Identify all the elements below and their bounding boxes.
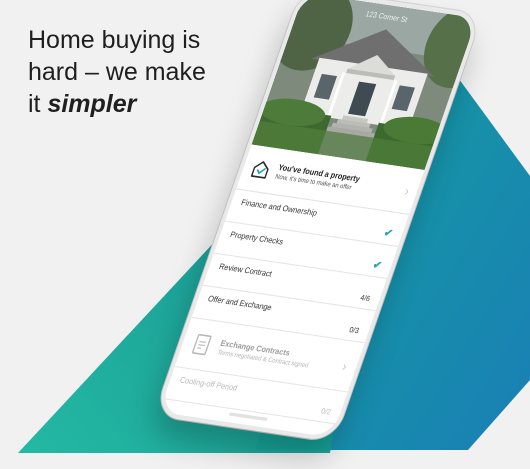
headline-prefix: it	[28, 90, 48, 118]
checkmark-icon: ✔	[371, 259, 384, 273]
headline-line-2: hard – we make	[28, 58, 206, 86]
headline-line-1: Home buying is	[28, 26, 201, 54]
step-label: Finance and Ownership	[239, 197, 319, 218]
step-count: 4/6	[359, 294, 371, 304]
headline-emphasis: simpler	[47, 90, 137, 118]
step-count: 0/3	[347, 326, 360, 336]
step-label: Cooling-off Period	[178, 374, 239, 393]
step-count: 0/2	[319, 407, 332, 417]
step-label: Offer and Exchange	[206, 293, 274, 313]
address-text: 123 Corner St	[364, 10, 409, 24]
headline-line-3: it simpler	[28, 88, 278, 120]
house-icon	[251, 160, 269, 179]
document-icon	[192, 333, 212, 355]
headline: Home buying is hard – we make it simpler	[28, 24, 278, 120]
step-label: Review Contract	[217, 261, 274, 279]
step-label: Property Checks	[228, 229, 285, 247]
checkmark-icon: ✔	[382, 227, 395, 241]
